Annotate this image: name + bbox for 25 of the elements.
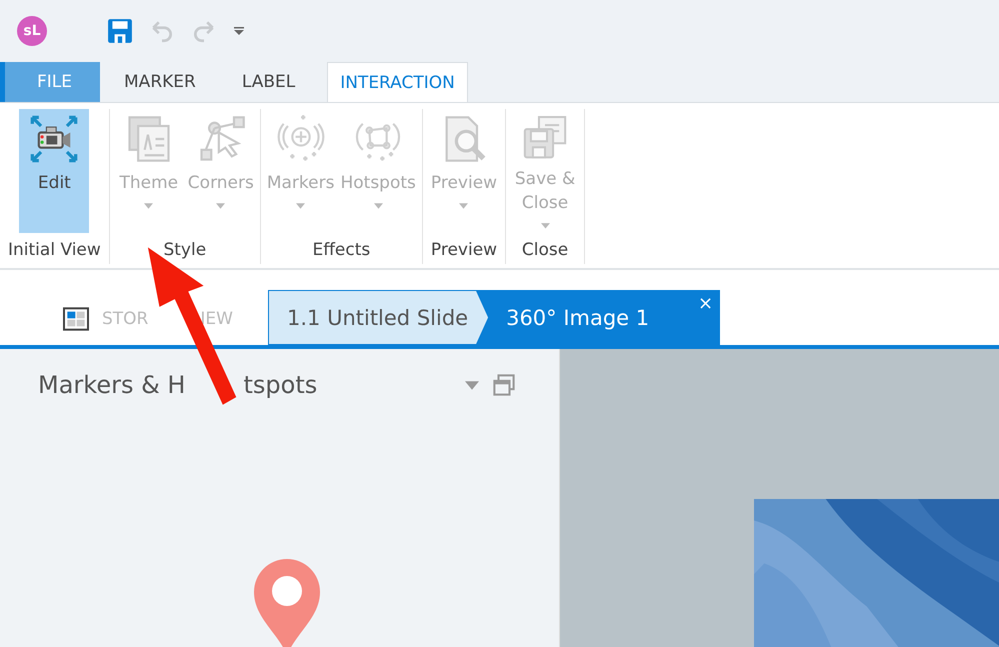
breadcrumb-tab[interactable]: 360° Image 1 [488,291,670,344]
grid-icon[interactable] [62,306,90,330]
ribbon-tab[interactable]: INTERACTION [327,62,468,102]
save-icon[interactable] [107,18,133,44]
group-label: Preview [430,239,498,262]
close-button[interactable]: × [698,293,714,314]
story-view-label[interactable]: STOR [102,308,148,328]
story-view-label[interactable]: IEW [200,308,233,328]
restore-window-icon[interactable] [493,374,515,396]
dropdown-caret-icon[interactable] [465,380,479,390]
ribbon-tab[interactable]: LABEL [220,62,318,102]
group-label: Initial View [7,239,102,262]
group-label: Close [520,239,570,262]
panel-title: tspots [243,371,318,399]
app-logo: sL [17,16,47,46]
panel-title: Markers & H [38,371,186,399]
breadcrumb-tab[interactable]: 1.1 Untitled Slide [269,291,488,344]
group-label: Effects [311,239,372,262]
map-pin-icon [252,557,322,647]
group-label: Style [162,239,208,262]
ribbon-tab[interactable]: MARKER [102,62,218,102]
ribbon-button[interactable]: Edit [19,109,90,233]
video-camera-icon [28,113,80,165]
customize-menu-icon[interactable] [233,26,245,36]
ribbon-tab[interactable]: FILE [0,62,100,102]
